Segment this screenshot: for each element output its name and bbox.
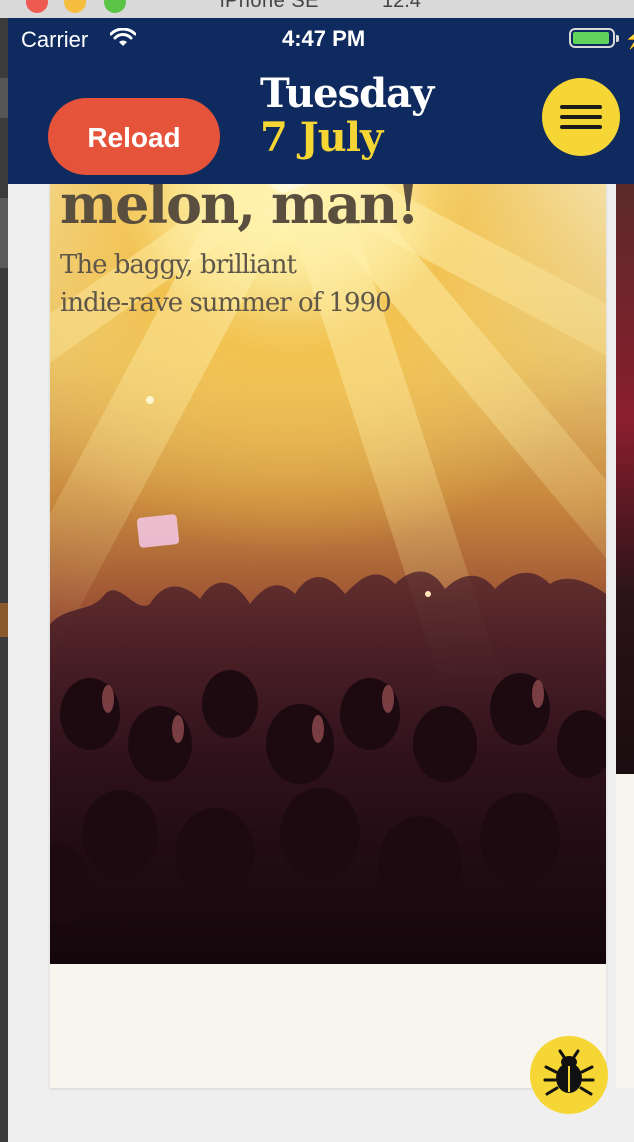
charging-bolt-icon: ⚡	[624, 26, 634, 51]
simulator-device-name: iPhone SE	[220, 0, 320, 12]
desktop-background	[0, 18, 8, 1142]
simulator-ios-version: 12.4	[382, 0, 421, 12]
carrier-label: Carrier	[21, 27, 89, 52]
reload-button[interactable]: Reload	[48, 98, 220, 175]
article-card[interactable]: melon, man! The baggy, brilliant indie-r…	[50, 184, 606, 1088]
wifi-icon	[109, 27, 137, 53]
edition-date: 7 July	[260, 114, 383, 161]
bug-icon	[543, 1049, 595, 1096]
debug-button[interactable]	[530, 1036, 608, 1114]
phone-screen: melon, man! The baggy, brilliant indie-r…	[8, 18, 634, 1142]
article-standfirst: The baggy, brilliant indie-rave summer o…	[60, 246, 480, 322]
article-image: melon, man! The baggy, brilliant indie-r…	[50, 184, 606, 964]
minimize-window-button[interactable]	[64, 0, 86, 13]
hamburger-menu-icon	[560, 105, 602, 109]
standfirst-line-2: indie-rave summer of 1990	[60, 288, 392, 318]
app-header: Carrier 4:47 PM ⚡ Reload Tuesday 7 July	[8, 18, 634, 184]
menu-button[interactable]	[542, 78, 620, 156]
status-time: 4:47 PM	[282, 26, 366, 51]
battery-icon	[569, 28, 619, 48]
zoom-window-button[interactable]	[104, 0, 126, 13]
simulator-titlebar: iPhone SE 12.4	[0, 0, 634, 18]
standfirst-line-1: The baggy, brilliant	[60, 250, 297, 280]
close-window-button[interactable]	[26, 0, 48, 13]
next-article-image	[616, 184, 634, 774]
edition-day: Tuesday	[260, 70, 434, 117]
article-headline: melon, man!	[60, 184, 420, 236]
next-article-card[interactable]	[616, 184, 634, 1088]
status-bar: Carrier 4:47 PM ⚡	[8, 18, 634, 58]
